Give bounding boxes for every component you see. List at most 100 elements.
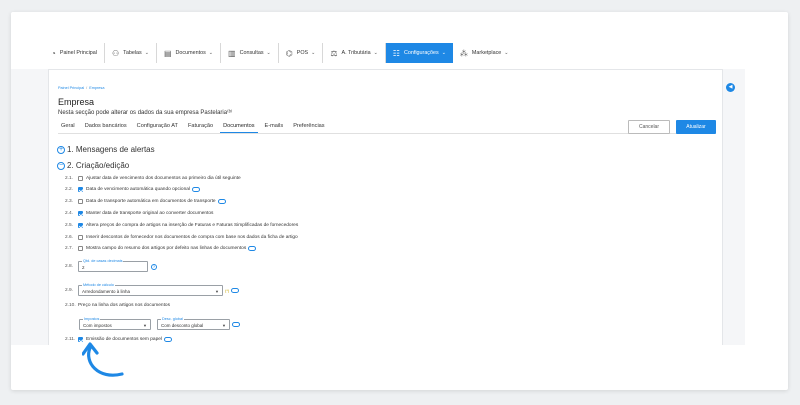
pos-icon: ⌬ <box>285 48 293 58</box>
global-discount-select[interactable]: Desc. global Com desconto global ▼ <box>157 317 230 330</box>
chevron-down-icon: ⌄ <box>441 50 446 56</box>
section-creation-editing[interactable]: − 2. Criação/edição <box>57 161 129 170</box>
decimals-input[interactable]: Qtd. de casas decimais 2 <box>78 259 148 272</box>
option-row-2-8: 2.8. Qtd. de casas decimais 2 ? <box>65 259 157 272</box>
field-legend: Qtd. de casas decimais <box>82 259 124 263</box>
option-row-2-5: 2.5. Altera preços de compra de artigos … <box>65 223 298 228</box>
tab-configuracao-at[interactable]: Configuração AT <box>134 121 181 133</box>
info-bubble-icon[interactable] <box>232 322 240 327</box>
nav-autoridade-tributaria[interactable]: ⚖ A. Tributária ⌄ <box>323 43 386 63</box>
field-legend: Método de cálculo <box>82 283 115 287</box>
breadcrumb-separator: / <box>86 86 88 90</box>
nav-label: Consultas <box>239 50 264 56</box>
calculation-method-select[interactable]: Método de cálculo Arredondamento à linha… <box>78 283 223 296</box>
option-number: 2.11. <box>65 337 76 342</box>
info-bubble-icon[interactable] <box>164 337 172 342</box>
nav-label: A. Tributária <box>341 50 371 56</box>
option-number: 2.1. <box>65 176 74 181</box>
option-number: 2.7. <box>65 246 74 251</box>
option-number: 2.8. <box>65 264 74 269</box>
nav-label: Marketplace <box>471 50 502 56</box>
checkbox[interactable] <box>78 199 83 204</box>
option-label: Preço na linha dos artigos nos documento… <box>78 303 170 308</box>
nav-consultas[interactable]: ▥ Consultas ⌄ <box>221 43 279 63</box>
nav-marketplace[interactable]: ⁂ Marketplace ⌄ <box>453 43 516 63</box>
required-note: (*) <box>225 288 230 293</box>
field-legend: Desc. global <box>161 317 184 321</box>
nav-label: POS <box>296 50 309 56</box>
checkbox[interactable] <box>78 187 83 192</box>
left-gutter <box>11 69 48 345</box>
info-bubble-icon[interactable] <box>217 199 226 204</box>
chevron-down-icon: ⌄ <box>208 50 213 56</box>
chevron-down-icon: ▼ <box>143 323 147 328</box>
settings-icon: ☷ <box>392 48 400 58</box>
nav-label: Documentos <box>175 50 206 56</box>
top-navigation: ◔ Painel Principal ⚇ Tabelas ⌄ ▤ Documen… <box>44 43 515 63</box>
option-label: Inserir descontos de fornecedor nos docu… <box>86 235 298 240</box>
breadcrumb: Painel Principal / Empresa <box>58 86 104 90</box>
option-row-2-4: 2.4. Manter data de transporte original … <box>65 211 213 216</box>
update-button[interactable]: Atualizar <box>676 120 716 134</box>
option-number: 2.2. <box>65 187 74 192</box>
nav-label: Tabelas <box>123 50 142 56</box>
info-bubble-icon[interactable] <box>192 187 201 192</box>
tab-faturacao[interactable]: Faturação <box>185 121 216 133</box>
option-row-2-1: 2.1. Ajustar data de vencimento dos docu… <box>65 176 241 181</box>
option-number: 2.9. <box>65 288 74 293</box>
tab-dados-bancarios[interactable]: Dados bancários <box>82 121 130 133</box>
chevron-down-icon: ⌄ <box>311 50 316 56</box>
checkbox[interactable] <box>78 211 83 216</box>
field-legend: Impostos <box>83 317 101 321</box>
dashboard-icon: ◔ <box>51 48 56 58</box>
option-row-2-2: 2.2. Data de vencimento automática quand… <box>65 187 201 192</box>
section-alerts[interactable]: + 1. Mensagens de alertas <box>57 145 155 154</box>
chevron-down-icon: ⌄ <box>504 50 509 56</box>
option-label: Manter data de transporte original ao co… <box>86 211 214 216</box>
tab-documentos[interactable]: Documentos <box>220 121 258 133</box>
section-title: 2. Criação/edição <box>67 161 130 170</box>
cancel-button[interactable]: Cancelar <box>628 120 670 134</box>
document-icon: ▤ <box>163 48 172 58</box>
price-selects: Impostos Com impostos ▼ Desc. global Com… <box>79 317 240 330</box>
tab-emails[interactable]: E-mails <box>262 121 287 133</box>
taxes-select[interactable]: Impostos Com impostos ▼ <box>79 317 151 330</box>
collapse-panel-button[interactable]: ◀ <box>726 83 735 92</box>
page-subtitle: Nesta secção pode alterar os dados da su… <box>58 110 233 116</box>
nav-tabelas[interactable]: ⚇ Tabelas ⌄ <box>105 43 157 63</box>
expand-icon: + <box>57 145 65 154</box>
breadcrumb-current[interactable]: Empresa <box>89 86 104 90</box>
checkbox[interactable] <box>78 223 83 228</box>
option-label: Data de vencimento automática quando opc… <box>86 187 191 192</box>
tab-preferencias[interactable]: Preferências <box>290 121 327 133</box>
option-label: Ajustar data de vencimento dos documento… <box>86 176 241 181</box>
nav-documentos[interactable]: ▤ Documentos ⌄ <box>157 43 221 63</box>
users-icon: ⚇ <box>112 48 120 58</box>
help-icon[interactable]: ? <box>151 263 157 270</box>
option-number: 2.5. <box>65 223 74 228</box>
nav-configuracoes[interactable]: ☷ Configurações ⌄ <box>385 43 453 63</box>
chevron-down-icon: ▼ <box>222 323 226 328</box>
option-row-2-7: 2.7. Mostra campo do resumo dos artigos … <box>65 246 257 251</box>
chevron-down-icon: ⌄ <box>144 50 149 56</box>
nav-label: Painel Principal <box>59 50 97 56</box>
tab-geral[interactable]: Geral <box>58 121 78 133</box>
chevron-down-icon: ⌄ <box>373 50 378 56</box>
option-number: 2.3. <box>65 199 74 204</box>
marketplace-icon: ⁂ <box>459 48 468 58</box>
nav-painel-principal[interactable]: ◔ Painel Principal <box>44 43 105 63</box>
info-bubble-icon[interactable] <box>231 288 240 293</box>
settings-tabs: Geral Dados bancários Configuração AT Fa… <box>58 121 713 134</box>
highlight-arrow-icon <box>82 342 124 377</box>
checkbox[interactable] <box>78 246 83 251</box>
breadcrumb-root[interactable]: Painel Principal <box>58 86 84 90</box>
field-value: Com impostos <box>83 323 112 328</box>
nav-pos[interactable]: ⌬ POS ⌄ <box>279 43 324 63</box>
option-label: Altera preços de compra de artigos na in… <box>86 223 299 228</box>
chevron-left-icon: ◀ <box>728 84 733 90</box>
checkbox[interactable] <box>78 176 83 181</box>
checkbox[interactable] <box>78 235 83 240</box>
settings-panel: Painel Principal / Empresa Empresa Nesta s… <box>48 69 723 345</box>
chevron-down-icon: ▼ <box>215 289 219 294</box>
info-bubble-icon[interactable] <box>248 246 257 251</box>
